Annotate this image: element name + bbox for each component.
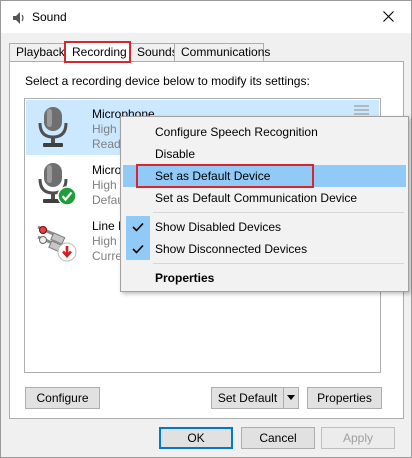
set-default-button[interactable]: Set Default (211, 387, 284, 409)
menu-item-disable[interactable]: Disable (123, 143, 406, 165)
green-check-icon (57, 186, 77, 206)
menu-item-properties[interactable]: Properties (123, 267, 406, 289)
checkmark-icon (126, 238, 150, 260)
close-button[interactable] (365, 1, 411, 32)
cancel-button[interactable]: Cancel (241, 427, 315, 449)
menu-item-label: Show Disabled Devices (155, 220, 282, 234)
properties-button[interactable]: Properties (307, 387, 382, 409)
instruction-text: Select a recording device below to modif… (25, 74, 310, 88)
set-default-dropdown[interactable] (283, 387, 299, 409)
tab-communications[interactable]: Communications (174, 43, 270, 62)
speaker-icon (13, 12, 24, 24)
apply-button[interactable]: Apply (321, 427, 395, 449)
window-title: Sound (32, 10, 67, 24)
dropdown-arrow-icon (287, 395, 295, 400)
tab-recording[interactable]: Recording (64, 41, 131, 63)
checkmark-icon (126, 216, 150, 238)
menu-item-show-disabled[interactable]: Show Disabled Devices (123, 216, 406, 238)
tab-sounds[interactable]: Sounds (130, 43, 178, 62)
menu-item-label: Show Disconnected Devices (155, 242, 308, 256)
title-bar: Sound (1, 1, 411, 33)
tab-playback[interactable]: Playback (9, 43, 65, 62)
menu-item-show-disconnected[interactable]: Show Disconnected Devices (123, 238, 406, 260)
menu-item-set-default-communication[interactable]: Set as Default Communication Device (123, 187, 406, 209)
ok-button[interactable]: OK (159, 427, 233, 449)
menu-separator (153, 263, 404, 264)
context-menu: Configure Speech Recognition Disable Set… (120, 116, 409, 292)
configure-button[interactable]: Configure (25, 387, 100, 409)
microphone-icon (38, 163, 77, 206)
red-down-arrow-icon (57, 242, 77, 262)
menu-item-configure-speech[interactable]: Configure Speech Recognition (123, 121, 406, 143)
set-default-split-button: Set Default (211, 387, 299, 409)
menu-separator (153, 212, 404, 213)
microphone-icon (38, 107, 68, 147)
close-icon (382, 11, 394, 22)
menu-item-set-default-device[interactable]: Set as Default Device (123, 165, 406, 187)
line-in-jack-icon (37, 225, 77, 262)
